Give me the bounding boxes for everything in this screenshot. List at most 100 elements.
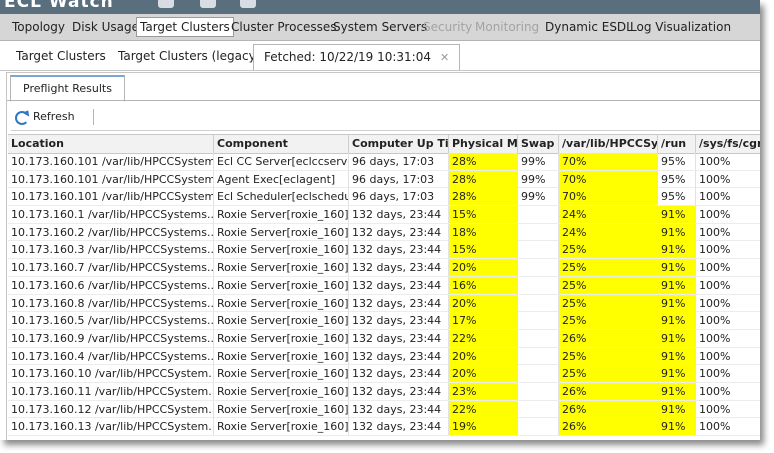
nav-disk-usage[interactable]: Disk Usage: [68, 17, 143, 37]
column-header-run[interactable]: /run: [658, 135, 696, 153]
cell-component: Roxie Server[roxie_160]: [214, 329, 349, 347]
cell-physical-memory: 28%: [449, 188, 518, 206]
cell-uptime: 96 days, 17:03: [349, 153, 449, 170]
cell-run: 91%: [658, 400, 696, 418]
cell-var-lib: 25%: [559, 294, 658, 312]
cell-location: 10.173.160.12 /var/lib/HPCCSystem...: [8, 400, 214, 418]
nav-cluster-processes[interactable]: Cluster Processes: [227, 17, 341, 37]
table-row[interactable]: 10.173.160.101 /var/lib/HPCCSystems... Ag…: [8, 170, 760, 189]
cell-component: Roxie Server[roxie_160]: [214, 206, 349, 224]
column-header-physical-memory[interactable]: Physical Memory: [449, 135, 518, 153]
tab-divider: [7, 100, 760, 101]
cell-run: 91%: [658, 365, 696, 383]
cell-swap: [518, 276, 559, 294]
cell-physical-memory: 15%: [449, 206, 518, 224]
nav-log-visualization[interactable]: Log Visualization: [626, 17, 735, 37]
toolbar: Refresh: [11, 104, 760, 131]
cell-component: Roxie Server[roxie_160]: [214, 418, 349, 436]
cell-physical-memory: 20%: [449, 259, 518, 277]
cell-run: 91%: [658, 347, 696, 365]
cell-uptime: 132 days, 23:44: [349, 329, 449, 347]
cell-physical-memory: 28%: [449, 170, 518, 188]
cell-physical-memory: 20%: [449, 294, 518, 312]
cell-uptime: 132 days, 23:44: [349, 206, 449, 224]
main-nav: Topology Disk Usage Target Clusters Clus…: [0, 14, 760, 41]
table-row[interactable]: 10.173.160.5 /var/lib/HPCCSystems... Roxi…: [8, 312, 760, 330]
column-header-uptime[interactable]: Computer Up Time: [349, 135, 449, 153]
cell-component: Agent Exec[eclagent]: [214, 170, 349, 188]
cell-physical-memory: 23%: [449, 382, 518, 400]
settings-icon[interactable]: [240, 0, 256, 8]
cell-component: Roxie Server[roxie_160]: [214, 223, 349, 241]
cell-uptime: 132 days, 23:44: [349, 382, 449, 400]
table-row[interactable]: 10.173.160.101 /var/lib/HPCCSystems... Ec…: [8, 188, 760, 207]
column-header-var-lib[interactable]: /var/lib/HPCCSystems: [559, 135, 658, 153]
table-row[interactable]: 10.173.160.9 /var/lib/HPCCSystems... Roxi…: [8, 329, 760, 348]
cell-cgroup: 100%: [696, 277, 760, 294]
tab-fetched[interactable]: Fetched: 10/22/19 10:31:04 ✕: [253, 44, 461, 70]
nav-target-clusters[interactable]: Target Clusters: [136, 17, 234, 37]
column-header-swap[interactable]: Swap: [518, 135, 559, 153]
user-icon[interactable]: [200, 0, 216, 8]
cell-swap: [518, 294, 559, 312]
cell-component: Roxie Server[roxie_160]: [214, 276, 349, 294]
table-row[interactable]: 10.173.160.2 /var/lib/HPCCSystems... Roxi…: [8, 223, 760, 242]
cell-run: 91%: [658, 329, 696, 347]
table-row[interactable]: 10.173.160.1 /var/lib/HPCCSystems... Roxi…: [8, 206, 760, 224]
tab-target-clusters[interactable]: Target Clusters: [16, 47, 106, 65]
table-row[interactable]: 10.173.160.12 /var/lib/HPCCSystem... Roxi…: [8, 400, 760, 419]
cell-uptime: 132 days, 23:44: [349, 294, 449, 312]
tab-preflight-results[interactable]: Preflight Results: [10, 75, 125, 102]
table-row[interactable]: 10.173.160.4 /var/lib/HPCCSystems... Roxi…: [8, 347, 760, 366]
cell-uptime: 132 days, 23:44: [349, 365, 449, 383]
table-row[interactable]: 10.173.160.7 /var/lib/HPCCSystems... Roxi…: [8, 259, 760, 277]
table-row[interactable]: 10.173.160.8 /var/lib/HPCCSystems... Roxi…: [8, 294, 760, 313]
tab-fetched-label: Fetched: 10/22/19 10:31:04: [264, 50, 431, 64]
nav-system-servers[interactable]: System Servers: [329, 17, 431, 37]
cell-cgroup: 100%: [696, 365, 760, 382]
cell-cgroup: 100%: [696, 348, 760, 365]
cell-physical-memory: 16%: [449, 276, 518, 294]
cell-cgroup: 100%: [696, 418, 760, 435]
cell-location: 10.173.160.101 /var/lib/HPCCSystems...: [8, 188, 214, 206]
cell-physical-memory: 28%: [449, 153, 518, 170]
column-header-component[interactable]: Component: [214, 135, 349, 153]
cell-location: 10.173.160.8 /var/lib/HPCCSystems...: [8, 294, 214, 312]
table-row[interactable]: 10.173.160.11 /var/lib/HPCCSystem... Roxi…: [8, 382, 760, 401]
nav-dynamic-esdl[interactable]: Dynamic ESDL: [541, 17, 637, 37]
cell-location: 10.173.160.3 /var/lib/HPCCSystems...: [8, 241, 214, 259]
cell-uptime: 132 days, 23:44: [349, 259, 449, 277]
cell-swap: 99%: [518, 153, 559, 170]
cell-var-lib: 24%: [559, 206, 658, 224]
cell-cgroup: 100%: [696, 188, 760, 205]
cell-swap: 99%: [518, 188, 559, 206]
cell-var-lib: 70%: [559, 170, 658, 188]
table-row[interactable]: 10.173.160.13 /var/lib/HPCCSystem... Roxi…: [8, 418, 760, 436]
cell-var-lib: 26%: [559, 418, 658, 436]
cell-location: 10.173.160.7 /var/lib/HPCCSystems...: [8, 259, 214, 277]
cell-physical-memory: 15%: [449, 241, 518, 259]
table-row[interactable]: 10.173.160.10 /var/lib/HPCCSystem... Roxi…: [8, 365, 760, 383]
column-header-location[interactable]: Location: [8, 135, 214, 153]
refresh-button[interactable]: Refresh: [14, 107, 75, 127]
gear-icon[interactable]: [158, 0, 174, 8]
cell-location: 10.173.160.101 /var/lib/HPCCSystems...: [8, 170, 214, 188]
cell-run: 91%: [658, 223, 696, 241]
column-header-cgroup[interactable]: /sys/fs/cgroup: [696, 135, 760, 153]
cell-physical-memory: 17%: [449, 312, 518, 330]
table-row[interactable]: 10.173.160.3 /var/lib/HPCCSystems... Roxi…: [8, 241, 760, 260]
cell-run: 91%: [658, 276, 696, 294]
close-icon[interactable]: ✕: [440, 51, 449, 64]
cell-location: 10.173.160.1 /var/lib/HPCCSystems...: [8, 206, 214, 224]
cell-swap: [518, 382, 559, 400]
cell-uptime: 132 days, 23:44: [349, 312, 449, 330]
table-row[interactable]: 10.173.160.101 /var/lib/HPCCSystems... Ec…: [8, 153, 760, 171]
tab-target-clusters-legacy[interactable]: Target Clusters (legacy): [118, 47, 260, 65]
app-title: ECL Watch: [4, 0, 114, 12]
cell-swap: [518, 347, 559, 365]
cell-physical-memory: 19%: [449, 418, 518, 436]
cell-cgroup: 100%: [696, 401, 760, 418]
nav-topology[interactable]: Topology: [8, 17, 69, 37]
table-row[interactable]: 10.173.160.6 /var/lib/HPCCSystems... Roxi…: [8, 276, 760, 295]
cell-var-lib: 25%: [559, 347, 658, 365]
